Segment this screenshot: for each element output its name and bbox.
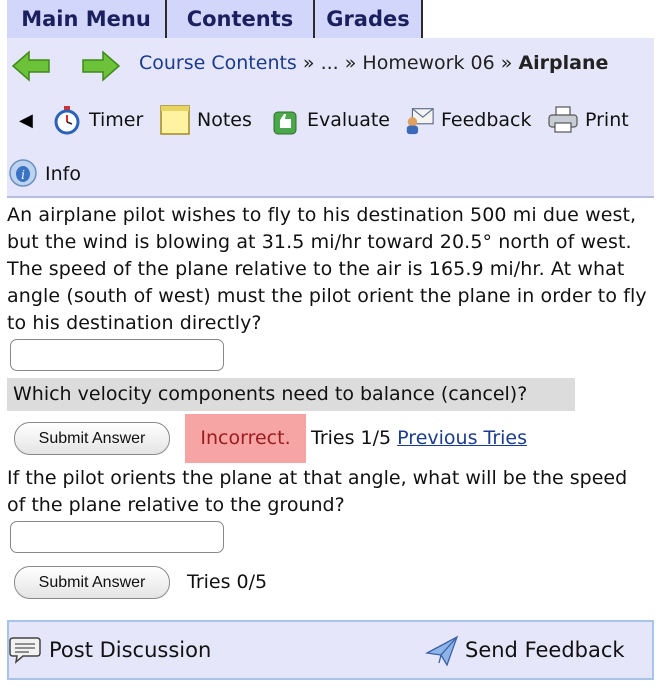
tab-contents[interactable]: Contents <box>167 0 315 38</box>
answer-field-1[interactable] <box>10 339 224 371</box>
printer-icon <box>547 104 579 136</box>
note-icon <box>159 104 191 136</box>
feedback-button[interactable]: Feedback <box>403 100 531 140</box>
bottom-action-bar: Post Discussion Send Feedback <box>7 620 654 680</box>
back-arrow-icon[interactable] <box>11 50 51 82</box>
submit-answer-button-2[interactable]: Submit Answer <box>14 566 170 599</box>
evaluate-label: Evaluate <box>307 109 390 131</box>
info-label: Info <box>45 163 81 185</box>
print-label: Print <box>585 109 629 131</box>
breadcrumb-separator: » <box>500 52 513 74</box>
info-button[interactable]: i Info <box>7 154 81 194</box>
previous-tries-link[interactable]: Previous Tries <box>397 427 527 449</box>
hint-text: Which velocity components need to balanc… <box>7 378 575 411</box>
tries-count-1: Tries 1/5 <box>311 427 392 449</box>
timer-label: Timer <box>89 109 144 131</box>
thumbs-up-icon <box>269 104 301 136</box>
print-button[interactable]: Print <box>547 100 629 140</box>
breadcrumb-course-contents[interactable]: Course Contents <box>139 52 297 74</box>
timer-button[interactable]: Timer <box>51 100 143 140</box>
answer-field-2[interactable] <box>10 521 224 553</box>
feedback-icon <box>403 104 435 136</box>
tab-grades[interactable]: Grades <box>315 0 423 38</box>
tab-main-menu[interactable]: Main Menu <box>7 0 167 38</box>
info-icon: i <box>7 158 39 190</box>
question-text-1: An airplane pilot wishes to fly to his d… <box>7 204 647 334</box>
send-feedback-label: Send Feedback <box>465 638 625 662</box>
tries-status-1: Tries 1/5 Previous Tries <box>311 427 527 449</box>
send-feedback-icon <box>425 633 459 667</box>
notes-button[interactable]: Notes <box>159 100 252 140</box>
stopwatch-icon <box>51 104 83 136</box>
feedback-label: Feedback <box>441 109 532 131</box>
notes-label: Notes <box>197 109 252 131</box>
toolbar: ◀ Timer Notes Evaluate Feedback Print <box>7 100 654 140</box>
send-feedback-button[interactable]: Send Feedback <box>425 622 625 678</box>
post-discussion-label: Post Discussion <box>49 638 212 662</box>
navigation-panel: Course Contents » ... » Homework 06 » Ai… <box>7 38 654 198</box>
question-text-2: If the pilot orients the plane at that a… <box>7 467 628 516</box>
forward-arrow-icon[interactable] <box>81 50 121 82</box>
incorrect-status-badge: Incorrect. <box>185 414 306 463</box>
main-navigation-bar: Main Menu Contents Grades <box>7 0 654 38</box>
breadcrumb: Course Contents » ... » Homework 06 » Ai… <box>139 52 608 74</box>
breadcrumb-separator: » <box>302 52 315 74</box>
post-discussion-button[interactable]: Post Discussion <box>9 622 211 678</box>
submit-answer-button-1[interactable]: Submit Answer <box>14 422 170 455</box>
breadcrumb-homework[interactable]: Homework 06 <box>362 52 494 74</box>
svg-text:i: i <box>21 168 25 182</box>
breadcrumb-ellipsis[interactable]: ... <box>321 52 339 74</box>
discussion-icon <box>9 633 43 667</box>
collapse-triangle-icon[interactable]: ◀ <box>19 110 33 131</box>
breadcrumb-current: Airplane <box>518 52 609 74</box>
evaluate-button[interactable]: Evaluate <box>269 100 390 140</box>
tries-count-2: Tries 0/5 <box>187 571 268 593</box>
breadcrumb-separator: » <box>344 52 357 74</box>
